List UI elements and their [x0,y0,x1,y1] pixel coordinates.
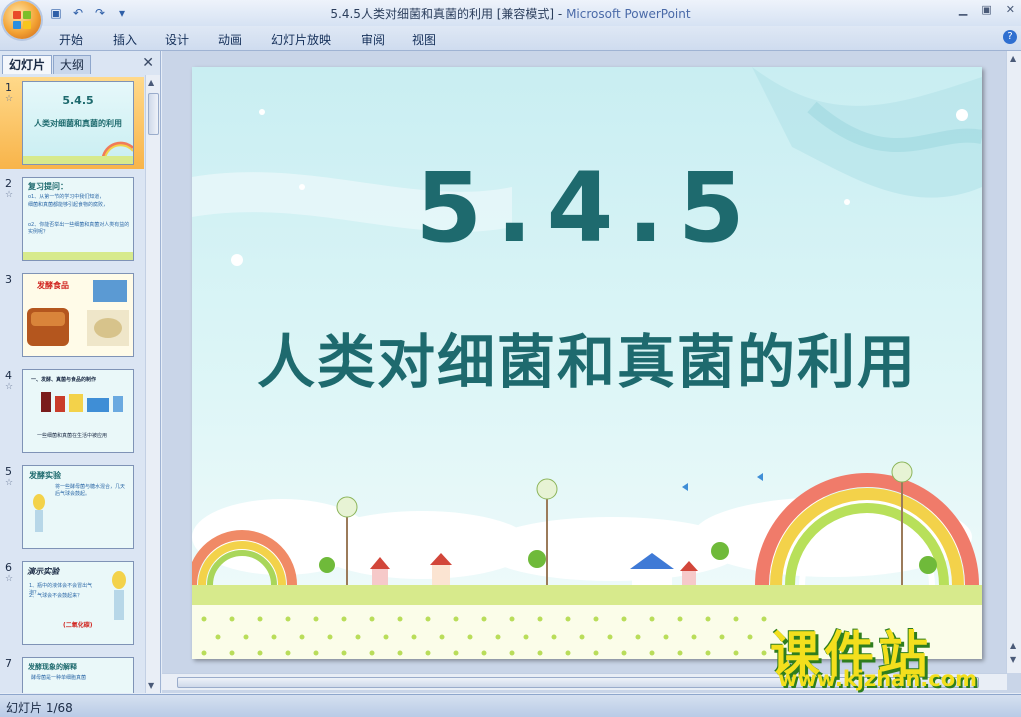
thumbnail-4[interactable]: 4 ☆ 一、发酵、真菌与食品的制作 一些细菌和真菌在生活中被应用 [0,365,144,457]
thumbnail-slide: 5.4.5 人类对细菌和真菌的利用 [22,81,134,165]
panel-scroll-thumb[interactable] [148,93,159,135]
thumbnail-text: o1、从第一节的学习中我们知道， [28,194,105,200]
thumbnail-slide: 一、发酵、真菌与食品的制作 一些细菌和真菌在生活中被应用 [22,369,134,453]
thumbnail-number: 4 [5,369,12,382]
slide-title[interactable]: 5.4.5 [192,152,982,264]
help-icon[interactable]: ? [1003,30,1017,44]
animation-star-icon: ☆ [5,478,14,488]
thumbnail-text: 复习提问： [28,182,68,191]
thumbnail-number: 3 [5,273,12,286]
animation-star-icon: ☆ [5,382,14,392]
thumbnail-3[interactable]: 3 发酵食品 [0,269,144,361]
thumbnail-pictures [33,494,45,532]
scroll-up-icon[interactable]: ▲ [148,78,154,87]
thumbnail-text: o2、你能否举出一些细菌和真菌对人类有益的实例呢？ [28,222,130,235]
tab-slideshow[interactable]: 幻灯片放映 [271,31,331,48]
animation-star-icon: ☆ [5,574,14,584]
tab-outline[interactable]: 大纲 [53,55,92,74]
scroll-up-icon[interactable]: ▲ [1010,54,1016,63]
animation-star-icon: ☆ [5,94,14,104]
window-app-name: Microsoft PowerPoint [566,7,691,21]
thumbnail-number: 7 [5,657,12,670]
thumbnail-pictures [41,392,123,412]
thumbnail-slide: 发酵现象的解释 酵母菌是一种单细胞真菌 [22,657,134,693]
tab-design[interactable]: 设计 [165,31,189,48]
thumbnail-number: 2 [5,177,12,190]
ribbon-tabs: 开始 插入 设计 动画 幻灯片放映 审阅 视图 ? [0,26,1021,51]
office-button[interactable] [3,1,41,39]
thumbnail-text: 一些细菌和真菌在生活中被应用 [37,433,108,439]
thumbnail-ground [23,252,133,260]
thumbnail-2[interactable]: 2 ☆ 复习提问： o1、从第一节的学习中我们知道， 细菌和真菌都能够引起食物的… [0,173,144,265]
tab-slides[interactable]: 幻灯片 [2,55,53,74]
thumbnail-1[interactable]: 1 ☆ 5.4.5 人类对细菌和真菌的利用 [0,77,144,169]
tab-insert[interactable]: 插入 [113,31,137,48]
thumbnail-number: 1 [5,81,12,94]
thumbnail-7[interactable]: 7 发酵现象的解释 酵母菌是一种单细胞真菌 [0,653,144,693]
thumbnail-text: 发酵现象的解释 [28,663,77,671]
scroll-down-icon[interactable]: ▼ [148,681,154,690]
tab-view[interactable]: 视图 [412,31,436,48]
tab-animation[interactable]: 动画 [218,31,242,48]
thumbnail-list: 1 ☆ 5.4.5 人类对细菌和真菌的利用 2 ☆ 复习提问： o1、从第一节的… [0,75,144,693]
animation-star-icon: ☆ [5,190,14,200]
thumbnail-pictures [112,571,126,620]
panel-scrollbar[interactable]: ▲ ▼ [145,75,160,693]
window-controls: ▁ ▣ ✕ [959,3,1015,16]
title-bar: ▣ ↶ ↷ ▾ 5.4.5人类对细菌和真菌的利用 [兼容模式] - Micros… [0,0,1021,26]
watermark-url: www.kjzhan.com [778,667,978,691]
slide-editor: 5.4.5 人类对细菌和真菌的利用 ▲ ▲ ▼ [162,51,1021,693]
slide-canvas[interactable]: 5.4.5 人类对细菌和真菌的利用 [192,67,982,659]
thumbnail-slide: 发酵实验 将一些酵母菌与糖水混合，几天后气球会鼓起。 [22,465,134,549]
thumbnail-5[interactable]: 5 ☆ 发酵实验 将一些酵母菌与糖水混合，几天后气球会鼓起。 [0,461,144,553]
status-bar: 幻灯片 1/68 [0,694,1021,717]
thumbnail-text: 将一些酵母菌与糖水混合，几天后气球会鼓起。 [55,484,126,497]
minimize-icon[interactable]: ▁ [959,3,967,16]
office-logo-icon [13,11,31,29]
close-icon[interactable]: ✕ [1006,3,1015,16]
slide-count-status: 幻灯片 1/68 [6,701,73,715]
slides-panel: 幻灯片 大纲 ✕ 1 ☆ 5.4.5 人类对细菌和真菌的利用 2 ☆ 复习提问： [0,51,161,693]
window-title-text: 5.4.5人类对细菌和真菌的利用 [兼容模式] - [330,7,567,21]
editor-vertical-scrollbar[interactable]: ▲ ▲ ▼ [1006,51,1021,673]
thumbnail-6[interactable]: 6 ☆ 演示实验 1、瓶中的液体会不会冒出气泡？ 2、气球会不会鼓起来？ (二氧… [0,557,144,649]
thumbnail-text: 酵母菌是一种单细胞真菌 [31,675,87,681]
thumbnail-decoration [23,141,133,164]
thumbnail-pictures [27,280,129,346]
restore-icon[interactable]: ▣ [981,3,991,16]
panel-tabs: 幻灯片 大纲 ✕ [0,53,160,74]
tab-review[interactable]: 审阅 [361,31,385,48]
slide-subtitle[interactable]: 人类对细菌和真菌的利用 [192,315,982,399]
thumbnail-text: 细菌和真菌都能够引起食物的腐败， [28,202,109,208]
thumbnail-number: 6 [5,561,12,574]
window-title: 5.4.5人类对细菌和真菌的利用 [兼容模式] - Microsoft Powe… [0,5,1021,22]
thumbnail-slide: 复习提问： o1、从第一节的学习中我们知道， 细菌和真菌都能够引起食物的腐败， … [22,177,134,261]
thumbnail-slide: 演示实验 1、瓶中的液体会不会冒出气泡？ 2、气球会不会鼓起来？ (二氧化碳) [22,561,134,645]
tab-home[interactable]: 开始 [59,31,83,48]
thumbnail-number: 5 [5,465,12,478]
thumbnail-slide: 发酵食品 [22,273,134,357]
close-panel-icon[interactable]: ✕ [142,55,154,71]
watermark-logo: 课件站 www.kjzhan.com [770,615,1015,695]
